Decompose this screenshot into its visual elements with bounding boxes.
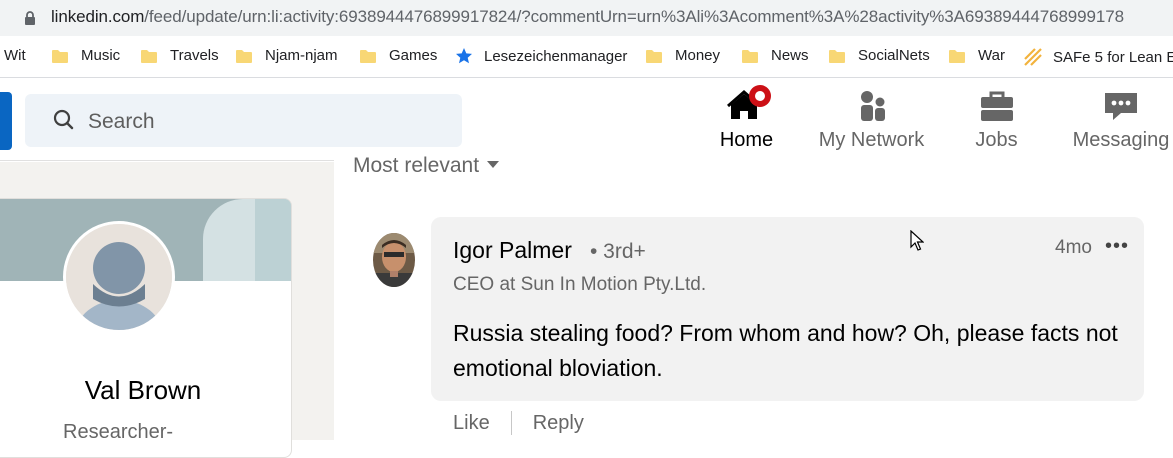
network-icon [860, 91, 885, 121]
profile-headline: Researcher- [63, 421, 174, 443]
comments-section: Most relevant Igor Palmer • 3rd+ CEO at … [334, 152, 1173, 452]
url-text[interactable]: linkedin.com/feed/update/urn:li:activity… [51, 7, 1124, 27]
nav-my-network[interactable]: My Network [809, 79, 934, 161]
search-input[interactable]: Search [25, 94, 462, 147]
reply-button[interactable]: Reply [533, 412, 584, 435]
url-path: /feed/update/urn:li:activity:69389444768… [144, 7, 1124, 26]
linkedin-logo-icon[interactable] [0, 92, 12, 150]
bookmark-label: Lesezeichenmanager [484, 47, 628, 65]
more-options-icon[interactable]: ••• [1105, 235, 1129, 258]
profile-avatar[interactable] [63, 221, 175, 333]
folder-icon [141, 49, 157, 63]
url-host: linkedin.com [51, 7, 145, 26]
commenter-avatar[interactable] [373, 233, 415, 287]
bookmark-safe[interactable]: SAFe 5 for Lean Er [1023, 47, 1173, 67]
divider [510, 411, 512, 435]
bookmark-label: News [771, 47, 809, 64]
nav-messaging-label: Messaging [1072, 129, 1170, 151]
home-icon [726, 85, 771, 119]
briefcase-icon [980, 91, 1013, 121]
bookmark-socialnets[interactable]: SocialNets [829, 47, 930, 64]
profile-name[interactable]: Val Brown [0, 375, 291, 406]
folder-icon [949, 49, 965, 63]
nav-messaging[interactable]: Messaging [1059, 79, 1173, 161]
star-icon [456, 48, 472, 64]
bookmark-label: Njam-njam [265, 47, 338, 64]
bookmark-njam-njam[interactable]: Njam-njam [236, 47, 338, 64]
folder-icon [360, 49, 376, 63]
bookmark-games[interactable]: Games [360, 47, 437, 64]
bookmark-label: Music [81, 47, 121, 64]
nav-home[interactable]: Home [684, 79, 809, 161]
search-icon [53, 109, 74, 130]
connection-degree: • 3rd+ [590, 240, 646, 263]
bookmark-label: SocialNets [858, 47, 930, 64]
bookmark-label: Games [389, 47, 438, 64]
profile-card: Val Brown Researcher- [0, 198, 292, 458]
bookmark-label: Travels [170, 47, 219, 64]
mouse-cursor-icon [910, 230, 924, 251]
commenter-photo [373, 233, 415, 287]
comment-author-headline: CEO at Sun In Motion Pty.Ltd. [453, 274, 707, 295]
folder-icon [236, 49, 252, 63]
bookmark-travels[interactable]: Travels [141, 47, 219, 64]
nav-home-label: Home [719, 129, 774, 151]
comment-bubble: Igor Palmer • 3rd+ CEO at Sun In Motion … [431, 217, 1144, 401]
bookmark-news[interactable]: News [742, 47, 809, 64]
bookmark-lesezeichenmanager[interactable]: Lesezeichenmanager [455, 47, 627, 65]
caret-down-icon [487, 160, 500, 168]
bookmark-label: SAFe 5 for Lean Er [1053, 48, 1173, 66]
comment-actions: Like Reply [453, 411, 584, 435]
bookmark-money[interactable]: Money [646, 47, 720, 64]
like-button[interactable]: Like [453, 412, 490, 435]
bookmark-music[interactable]: Music [52, 47, 120, 64]
cover-shape [255, 199, 291, 281]
folder-icon [52, 49, 68, 63]
folder-icon [646, 49, 662, 63]
bookmarks-bar: Wit Music Travels Njam-njam Games Leseze… [0, 36, 1173, 78]
sort-label: Most relevant [353, 154, 480, 177]
comment-timestamp: 4mo [1055, 237, 1092, 258]
safe-icon [1024, 48, 1042, 66]
address-bar[interactable]: linkedin.com/feed/update/urn:li:activity… [0, 0, 1173, 36]
lock-icon[interactable] [24, 11, 36, 25]
comment-text: Russia stealing food? From whom and how?… [453, 320, 1118, 381]
comment-author[interactable]: Igor Palmer [453, 237, 572, 264]
person-icon [66, 224, 172, 330]
bookmark-label: Wit [4, 47, 26, 64]
nav-my-network-label: My Network [818, 129, 925, 151]
bookmark-label: War [978, 47, 1005, 64]
nav-jobs[interactable]: Jobs [934, 79, 1059, 161]
nav-jobs-label: Jobs [975, 129, 1018, 151]
chat-icon [1105, 93, 1137, 120]
folder-icon [829, 49, 845, 63]
search-placeholder: Search [88, 110, 155, 133]
folder-icon [742, 49, 758, 63]
sort-dropdown[interactable]: Most relevant [353, 154, 500, 178]
bookmark-label: Money [675, 47, 721, 64]
bookmark-war[interactable]: War [949, 47, 1005, 64]
linkedin-header: Search Home My Network Jobs Messaging [0, 79, 1173, 161]
bookmark-wit[interactable]: Wit [4, 47, 26, 64]
